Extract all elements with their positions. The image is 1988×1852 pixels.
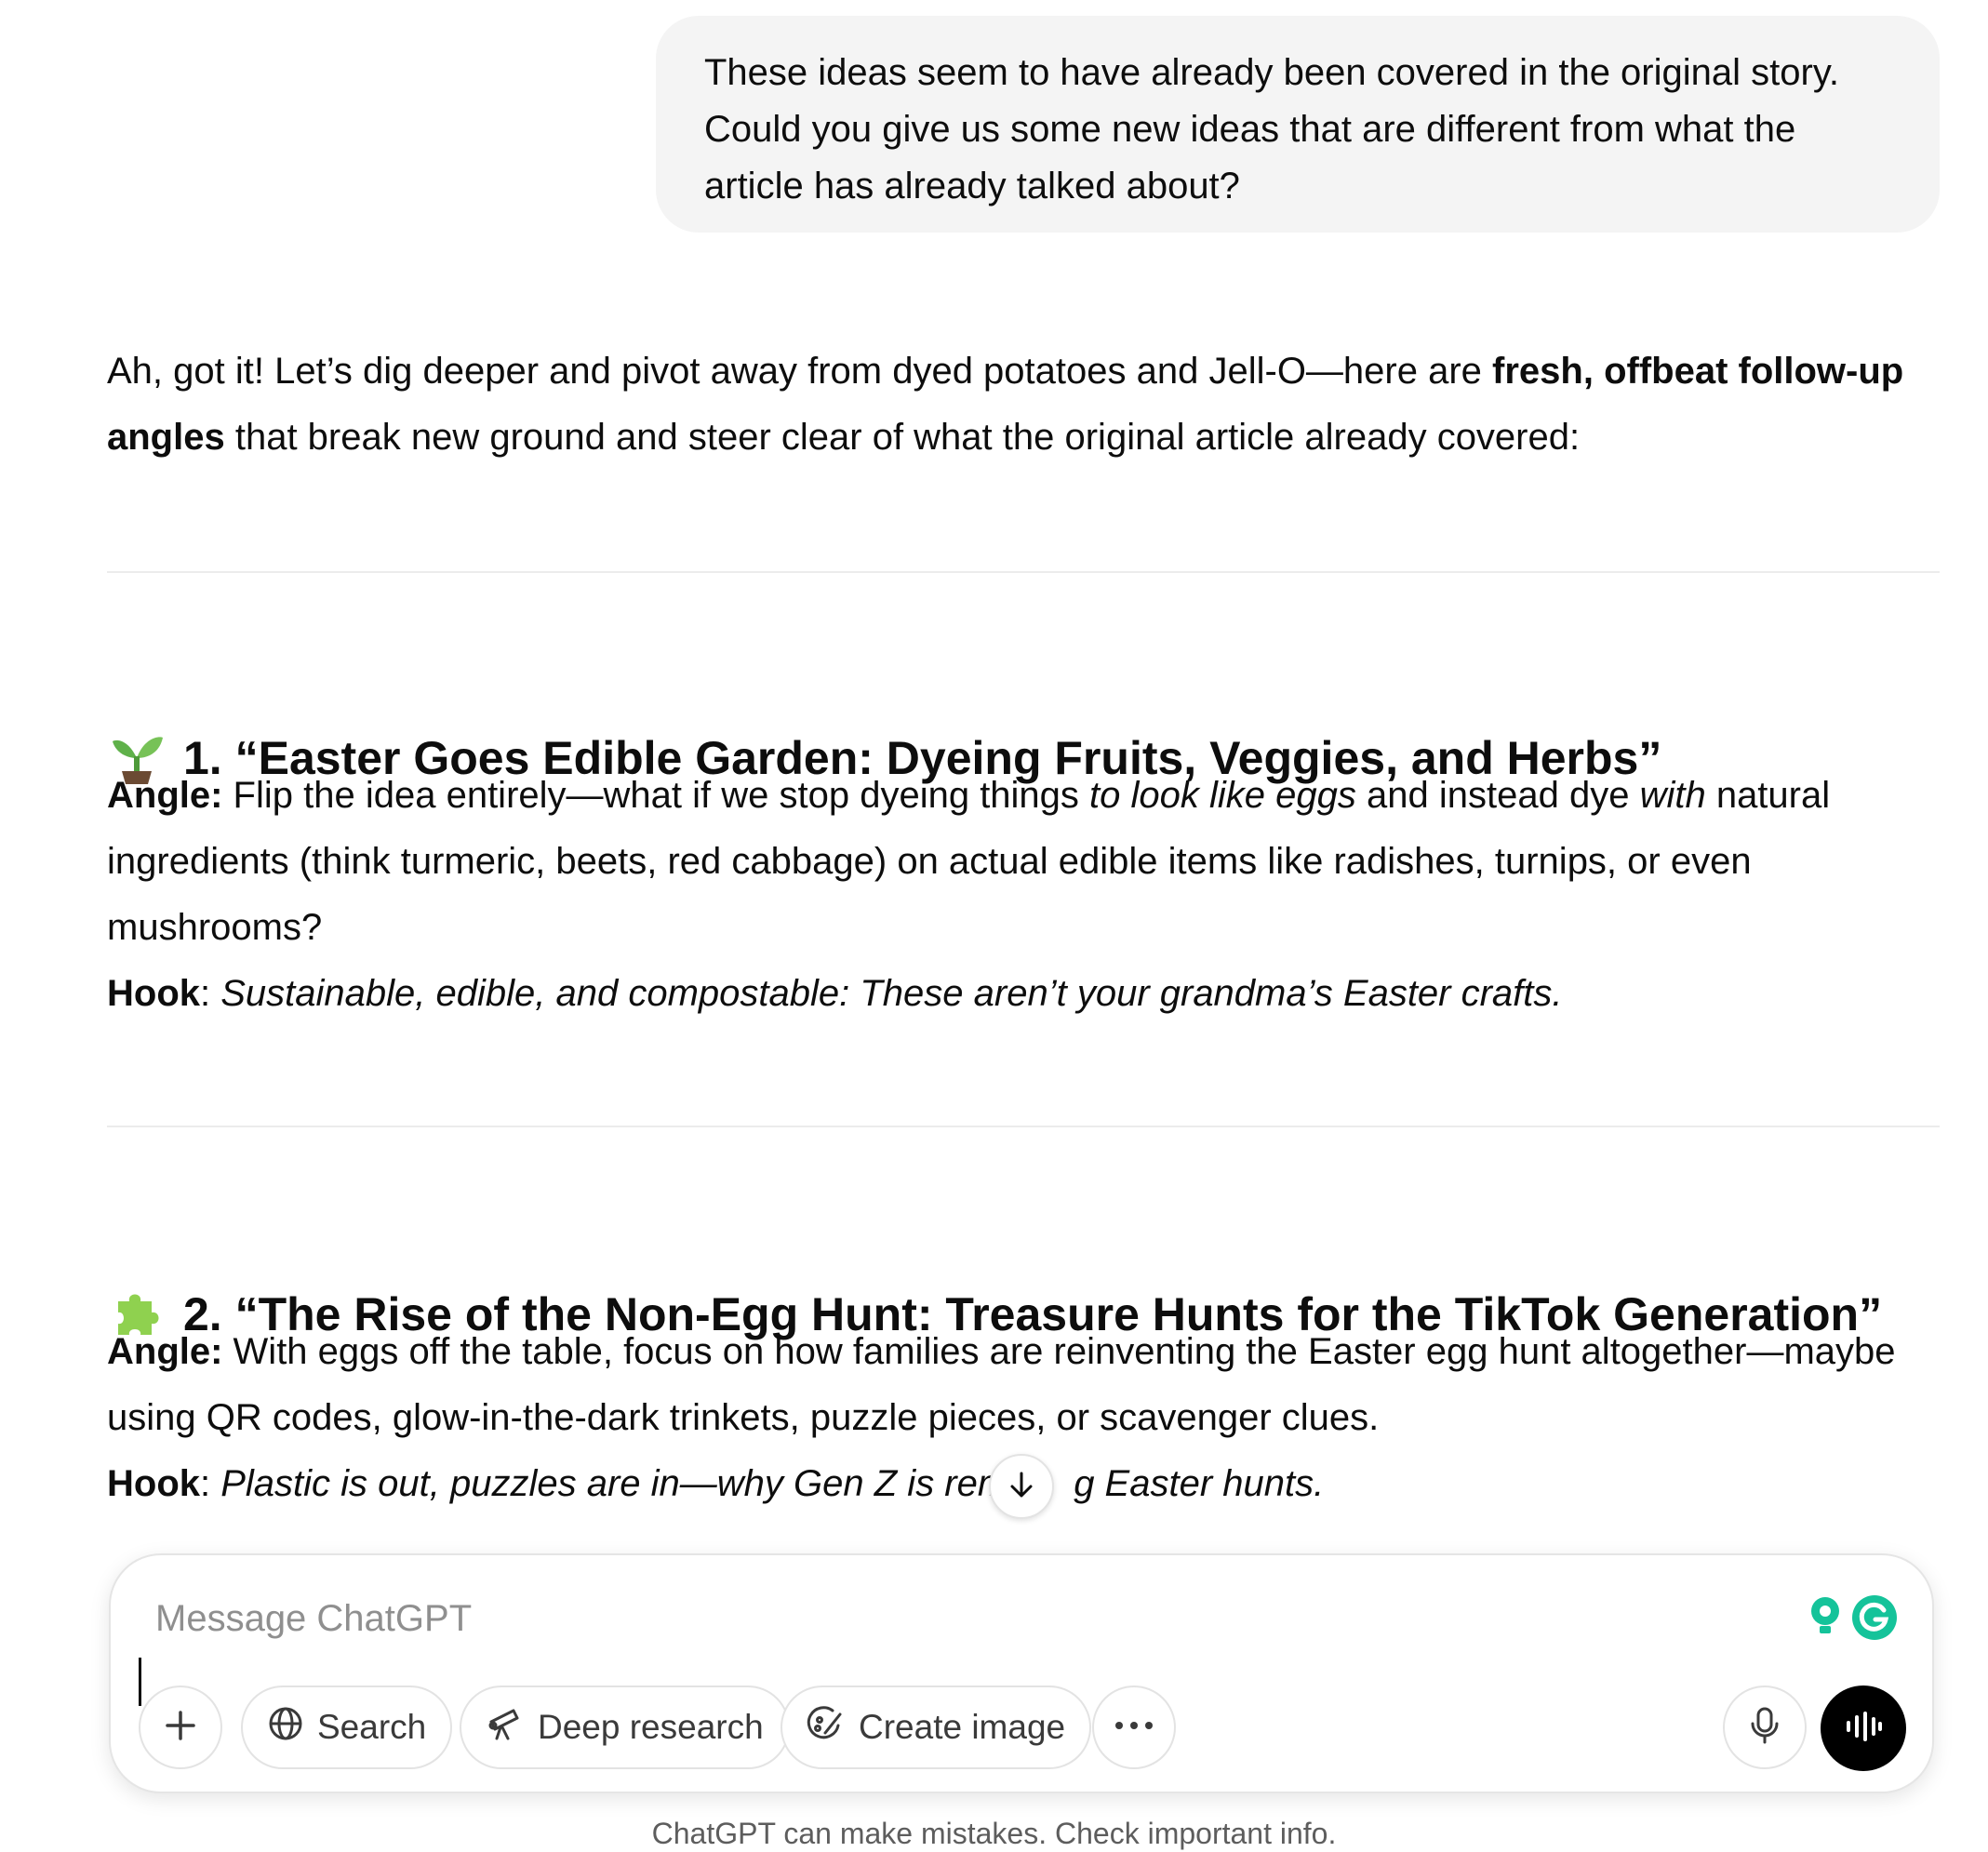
intro-paragraph: Ah, got it! Let’s dig deeper and pivot a… [107,339,1940,471]
divider [107,571,1940,573]
scroll-to-bottom-button[interactable] [989,1454,1054,1519]
hook-text-tail: g Easter hunts. [1074,1463,1325,1504]
angle-italic: with [1639,775,1706,816]
user-message-line: article has already talked about? [704,166,1240,207]
section-1-body: Angle: Flip the idea entirely—what if we… [107,763,1940,1027]
create-image-button[interactable]: Create image [781,1685,1092,1769]
hook-label: Hook [107,973,200,1014]
create-image-button-label: Create image [859,1708,1066,1746]
message-composer: Message ChatGPT Search Deep research Cre… [109,1553,1934,1793]
disclaimer-text: ChatGPT can make mistakes. Check importa… [651,1817,1337,1850]
section-2-angle: Angle: With eggs off the table, focus on… [107,1319,1940,1451]
voice-mode-icon [1843,1710,1884,1748]
more-tools-button[interactable] [1092,1685,1176,1769]
angle-text: and instead dye [1355,775,1640,816]
user-message-line: These ideas seem to have already been co… [704,52,1839,93]
section-1-angle: Angle: Flip the idea entirely—what if we… [107,763,1940,961]
assistant-intro: Ah, got it! Let’s dig deeper and pivot a… [107,339,1940,471]
deep-research-button-label: Deep research [538,1708,764,1746]
microphone-icon [1748,1705,1781,1751]
image-brush-icon [807,1705,846,1751]
angle-italic: to look like eggs [1089,775,1356,816]
arrow-down-icon [1005,1468,1038,1506]
grammarly-widget[interactable] [1806,1592,1904,1646]
hook-colon: : [200,1463,221,1504]
section-1-hook: Hook: Sustainable, edible, and compostab… [107,961,1940,1027]
search-button[interactable]: Search [241,1685,453,1769]
grammarly-icon [1850,1593,1899,1646]
search-button-label: Search [317,1708,427,1746]
intro-text-end: that break new ground and steer clear of… [224,417,1581,458]
deep-research-button[interactable]: Deep research [460,1685,790,1769]
more-icon [1114,1719,1154,1736]
text-caret [139,1658,141,1706]
voice-mode-button[interactable] [1821,1685,1906,1771]
angle-label: Angle: [107,775,223,816]
divider [107,1126,1940,1127]
angle-text: Flip the idea entirely—what if we stop d… [222,775,1090,816]
telescope-icon [486,1705,525,1751]
hook-text: Plastic is out, puzzles are in—why Gen Z… [220,1463,1009,1504]
hook-text: Sustainable, edible, and compostable: Th… [220,973,1563,1014]
dictate-button[interactable] [1723,1685,1807,1769]
hook-label: Hook [107,1463,200,1504]
plus-icon [162,1707,199,1749]
angle-label: Angle: [107,1331,223,1372]
add-attachment-button[interactable] [139,1685,222,1769]
lightbulb-icon [1806,1594,1845,1645]
hook-colon: : [200,973,221,1014]
intro-text: Ah, got it! Let’s dig deeper and pivot a… [107,351,1493,392]
user-message-bubble: These ideas seem to have already been co… [656,16,1940,233]
user-message-line: Could you give us some new ideas that ar… [704,109,1796,150]
angle-text: With eggs off the table, focus on how fa… [107,1331,1896,1438]
message-input[interactable]: Message ChatGPT [155,1592,472,1645]
globe-icon [267,1705,304,1751]
